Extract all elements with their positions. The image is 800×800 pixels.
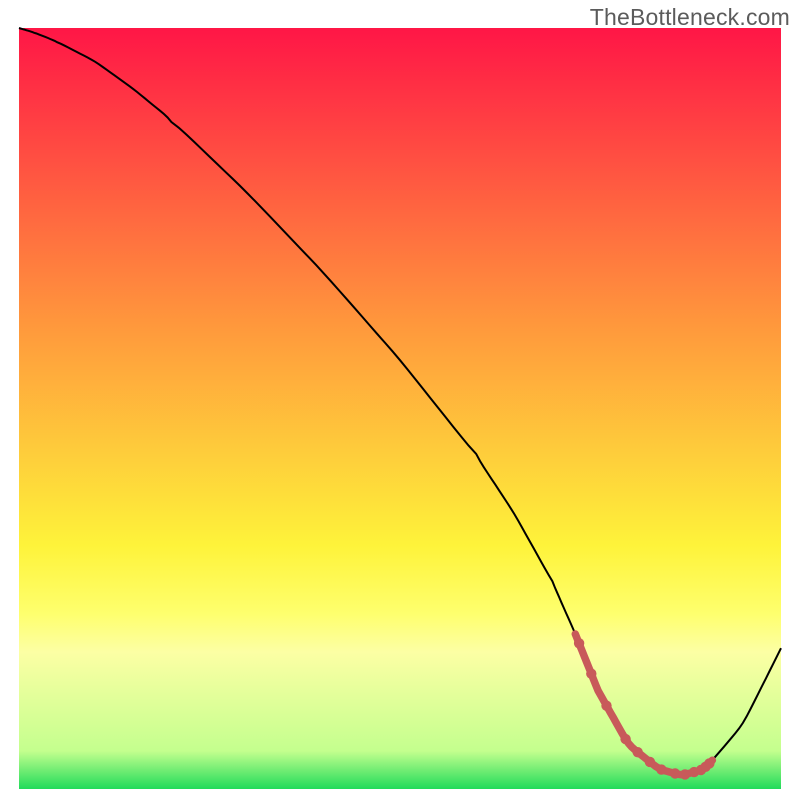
plot-background bbox=[19, 28, 781, 789]
highlight-marker bbox=[601, 701, 611, 711]
chart-svg bbox=[0, 0, 800, 800]
chart-stage: TheBottleneck.com bbox=[0, 0, 800, 800]
highlight-marker bbox=[574, 638, 584, 648]
highlight-marker bbox=[670, 768, 680, 778]
highlight-marker bbox=[656, 764, 666, 774]
highlight-marker bbox=[680, 769, 690, 779]
highlight-marker bbox=[704, 758, 714, 768]
plot-area bbox=[19, 28, 781, 789]
highlight-marker bbox=[633, 747, 643, 757]
highlight-marker bbox=[645, 757, 655, 767]
highlight-marker bbox=[620, 734, 630, 744]
highlight-marker bbox=[586, 669, 596, 679]
